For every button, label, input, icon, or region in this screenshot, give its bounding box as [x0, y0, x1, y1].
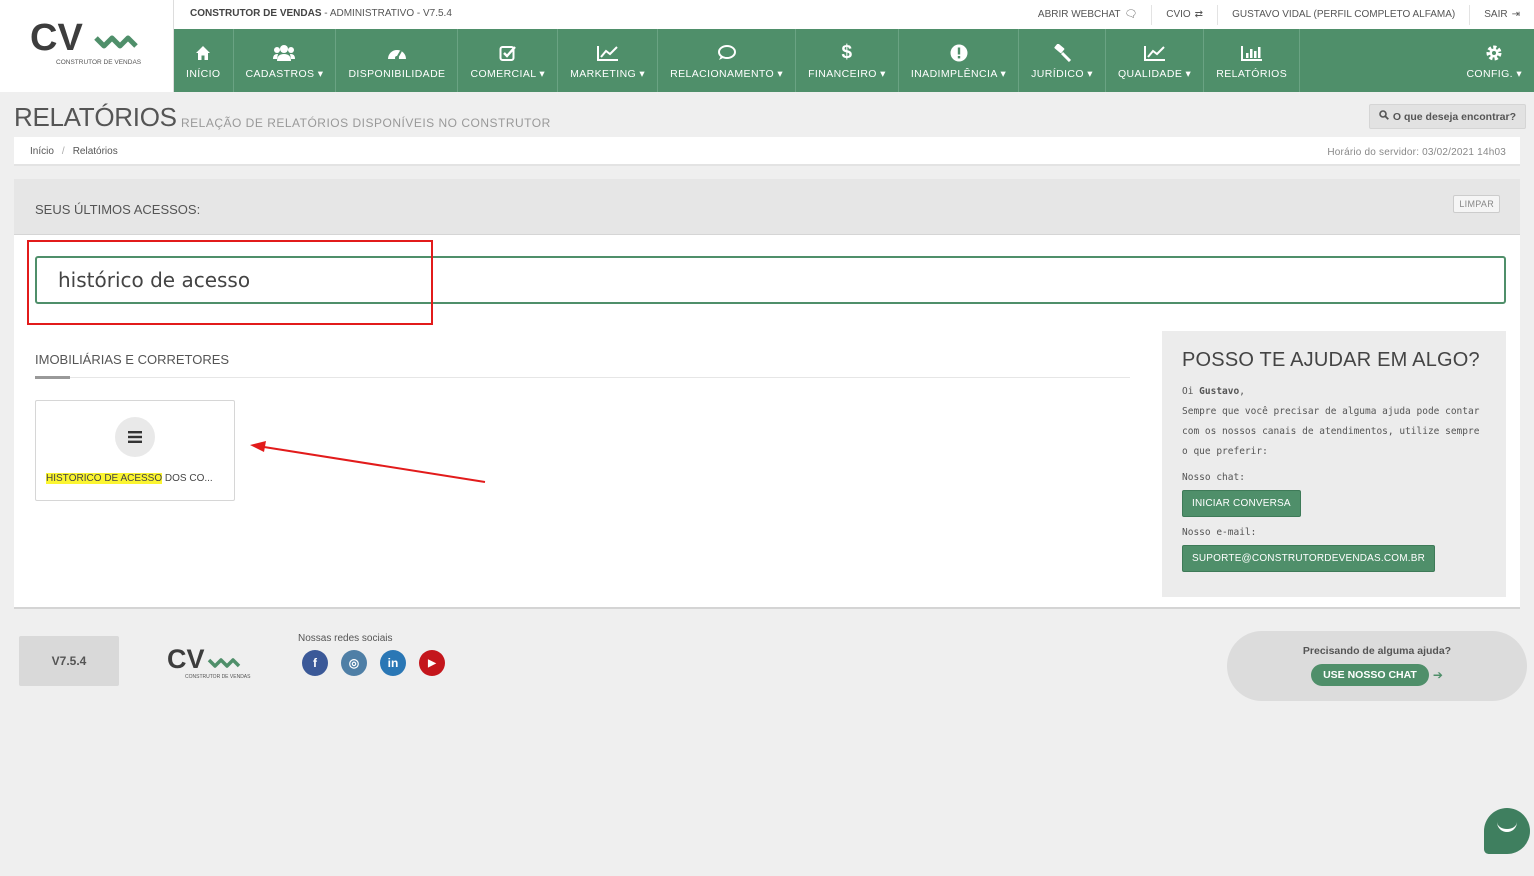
svg-text:CONSTRUTOR DE VENDAS: CONSTRUTOR DE VENDAS [185, 674, 251, 680]
breadcrumb-home[interactable]: Início [30, 146, 54, 157]
footer-logo: CV CONSTRUTOR DE VENDAS [167, 644, 253, 685]
area-chart-icon [1143, 42, 1166, 64]
social-title: Nossas redes sociais [298, 633, 393, 644]
exchange-icon: ⇄ [1194, 9, 1204, 20]
breadcrumb: Início / Relatórios [30, 146, 118, 157]
youtube-icon[interactable]: ▶ [419, 650, 445, 676]
start-chat-button[interactable]: INICIAR CONVERSA [1182, 490, 1301, 517]
nav-qualidade[interactable]: QUALIDADE ▾ [1106, 29, 1205, 92]
server-time: Horário do servidor: 03/02/2021 14h03 [1327, 147, 1506, 158]
global-search-button[interactable]: O que deseja encontrar? [1368, 104, 1526, 129]
nav-cadastros[interactable]: CADASTROS ▾ [234, 29, 337, 92]
nav-disponibilidade[interactable]: DISPONIBILIDADE [336, 29, 459, 92]
dashboard-icon [387, 42, 407, 64]
check-square-icon [499, 42, 517, 64]
section-divider [35, 377, 1130, 378]
svg-text:CV: CV [30, 17, 83, 59]
page-subtitle: RELAÇÃO DE RELATÓRIOS DISPONÍVEIS NO CON… [181, 116, 551, 130]
help-chat-pill: Precisando de alguma ajuda? USE NOSSO CH… [1227, 631, 1527, 701]
page-title: RELATÓRIOS [14, 102, 177, 132]
list-icon [115, 417, 155, 457]
cv-footer-logo-icon: CV CONSTRUTOR DE VENDAS [167, 644, 251, 680]
gear-icon [1485, 42, 1503, 64]
chat-smile-icon [1497, 822, 1517, 832]
home-icon [195, 42, 211, 64]
recent-access-header: SEUS ÚLTIMOS ACESSOS: LIMPAR [14, 179, 1520, 235]
nav-comercial[interactable]: COMERCIAL ▾ [458, 29, 559, 92]
line-chart-icon [596, 42, 619, 64]
facebook-icon[interactable]: f [302, 650, 328, 676]
nav-marketing[interactable]: MARKETING ▾ [558, 29, 659, 92]
svg-text:CV: CV [167, 644, 205, 674]
help-title: POSSO TE AJUDAR EM ALGO? [1182, 349, 1480, 371]
use-chat-button[interactable]: USE NOSSO CHAT [1311, 664, 1429, 686]
report-search-input[interactable] [37, 258, 1504, 302]
nav-inicio[interactable]: INÍCIO [174, 29, 234, 92]
linkedin-icon[interactable]: in [380, 650, 406, 676]
top-bar: CONSTRUTOR DE VENDAS - ADMINISTRATIVO - … [174, 0, 1534, 29]
version-badge: V7.5.4 [19, 636, 119, 686]
breadcrumb-current: Relatórios [72, 146, 118, 157]
gavel-icon [1052, 42, 1072, 64]
report-card[interactable]: HISTÓRICO DE ACESSO DOS CO... [35, 400, 235, 501]
nav-config[interactable]: CONFIG. ▾ [1454, 29, 1534, 92]
breadcrumb-bar: Início / Relatórios Horário do servidor: 0… [14, 137, 1520, 166]
help-chat-label: Nosso chat: [1182, 472, 1245, 483]
dollar-icon: $ [841, 41, 853, 63]
search-icon [1379, 110, 1389, 123]
nav-juridico[interactable]: JURÍDICO ▾ [1019, 29, 1106, 92]
comments-icon [717, 42, 737, 64]
chat-widget-button[interactable] [1484, 808, 1530, 854]
nav-relatorios[interactable]: RELATÓRIOS [1204, 29, 1301, 92]
help-body: Sempre que você precisar de alguma ajuda… [1182, 406, 1480, 457]
brand-logo[interactable]: CV CONSTRUTOR DE VENDAS [0, 0, 174, 92]
svg-text:CONSTRUTOR DE VENDAS: CONSTRUTOR DE VENDAS [56, 59, 142, 66]
reports-panel: SEUS ÚLTIMOS ACESSOS: LIMPAR IMOBILIÁRIA… [14, 179, 1520, 609]
comments-icon: 🗨 [1124, 9, 1138, 20]
section-title: IMOBILIÁRIAS E CORRETORES [35, 352, 230, 367]
clear-button[interactable]: LIMPAR [1453, 195, 1500, 213]
support-email-button[interactable]: SUPORTE@CONSTRUTORDEVENDAS.COM.BR [1182, 545, 1436, 572]
arrow-right-icon: ➔ [1432, 668, 1443, 682]
nav-financeiro[interactable]: $ FINANCEIRO ▾ [796, 29, 899, 92]
social-links: f ◎ in ▶ [302, 650, 445, 676]
report-search-field[interactable] [35, 256, 1506, 304]
section-divider-accent [35, 376, 70, 379]
logout-link[interactable]: SAIR ⇥ [1469, 4, 1534, 25]
main-nav: INÍCIO CADASTROS ▾ DISPONIBILIDADE COMER… [174, 29, 1534, 92]
open-webchat-link[interactable]: ABRIR WEBCHAT 🗨 [1024, 5, 1151, 25]
help-greeting: Oi Gustavo, [1182, 386, 1245, 397]
report-card-label: HISTÓRICO DE ACESSO DOS CO... [46, 473, 213, 484]
help-box: POSSO TE AJUDAR EM ALGO? Oi Gustavo, Sem… [1162, 331, 1506, 597]
users-icon [273, 42, 296, 64]
top-links: ABRIR WEBCHAT 🗨 CVIO ⇄ GUSTAVO VIDAL (PE… [1024, 0, 1534, 29]
nav-relacionamento[interactable]: RELACIONAMENTO ▾ [658, 29, 797, 92]
cv-logo-icon: CV CONSTRUTOR DE VENDAS [30, 17, 142, 66]
sign-out-icon: ⇥ [1511, 9, 1520, 20]
help-email-label: Nosso e-mail: [1182, 527, 1257, 538]
user-profile-link[interactable]: GUSTAVO VIDAL (PERFIL COMPLETO ALFAMA) [1217, 4, 1469, 25]
cvio-link[interactable]: CVIO ⇄ [1151, 4, 1217, 25]
exclamation-circle-icon [950, 42, 968, 64]
app-title: CONSTRUTOR DE VENDAS - ADMINISTRATIVO - … [190, 8, 452, 19]
nav-inadimplencia[interactable]: INADIMPLÊNCIA ▾ [899, 29, 1020, 92]
bar-chart-icon [1240, 42, 1263, 64]
recent-access-title: SEUS ÚLTIMOS ACESSOS: [35, 202, 201, 217]
instagram-icon[interactable]: ◎ [341, 650, 367, 676]
help-pill-title: Precisando de alguma ajuda? [1302, 645, 1452, 657]
